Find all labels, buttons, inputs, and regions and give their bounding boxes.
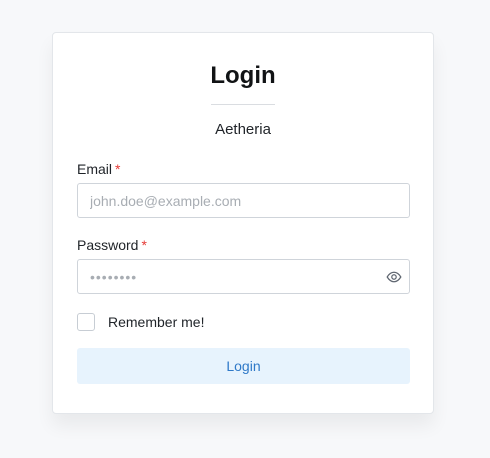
remember-me-label[interactable]: Remember me! [108,313,204,331]
brand-name: Aetheria [215,121,271,138]
password-input[interactable] [78,260,409,293]
password-label: Password * [77,236,409,254]
email-required-mark: * [115,161,121,177]
login-card: Login Aetheria Email* Password* [52,32,434,414]
password-label-text: Password [77,237,139,253]
remember-me-row: Remember me! [77,312,409,332]
title-divider [211,104,275,105]
email-field-group: Email * [77,160,410,218]
eye-icon[interactable] [386,269,402,285]
email-label-text: Email [77,161,113,177]
email-label: Email * [77,160,409,178]
password-field-group: Password * [77,236,410,294]
page-title: Login [210,62,276,89]
password-input-box [77,259,410,294]
email-input[interactable] [78,184,409,217]
email-input-box [77,183,410,218]
login-page: Login Aetheria Email* Password* [0,0,490,458]
remember-me-checkbox[interactable] [77,313,95,331]
password-required-mark: * [141,237,147,253]
login-button[interactable]: Login [77,348,410,384]
